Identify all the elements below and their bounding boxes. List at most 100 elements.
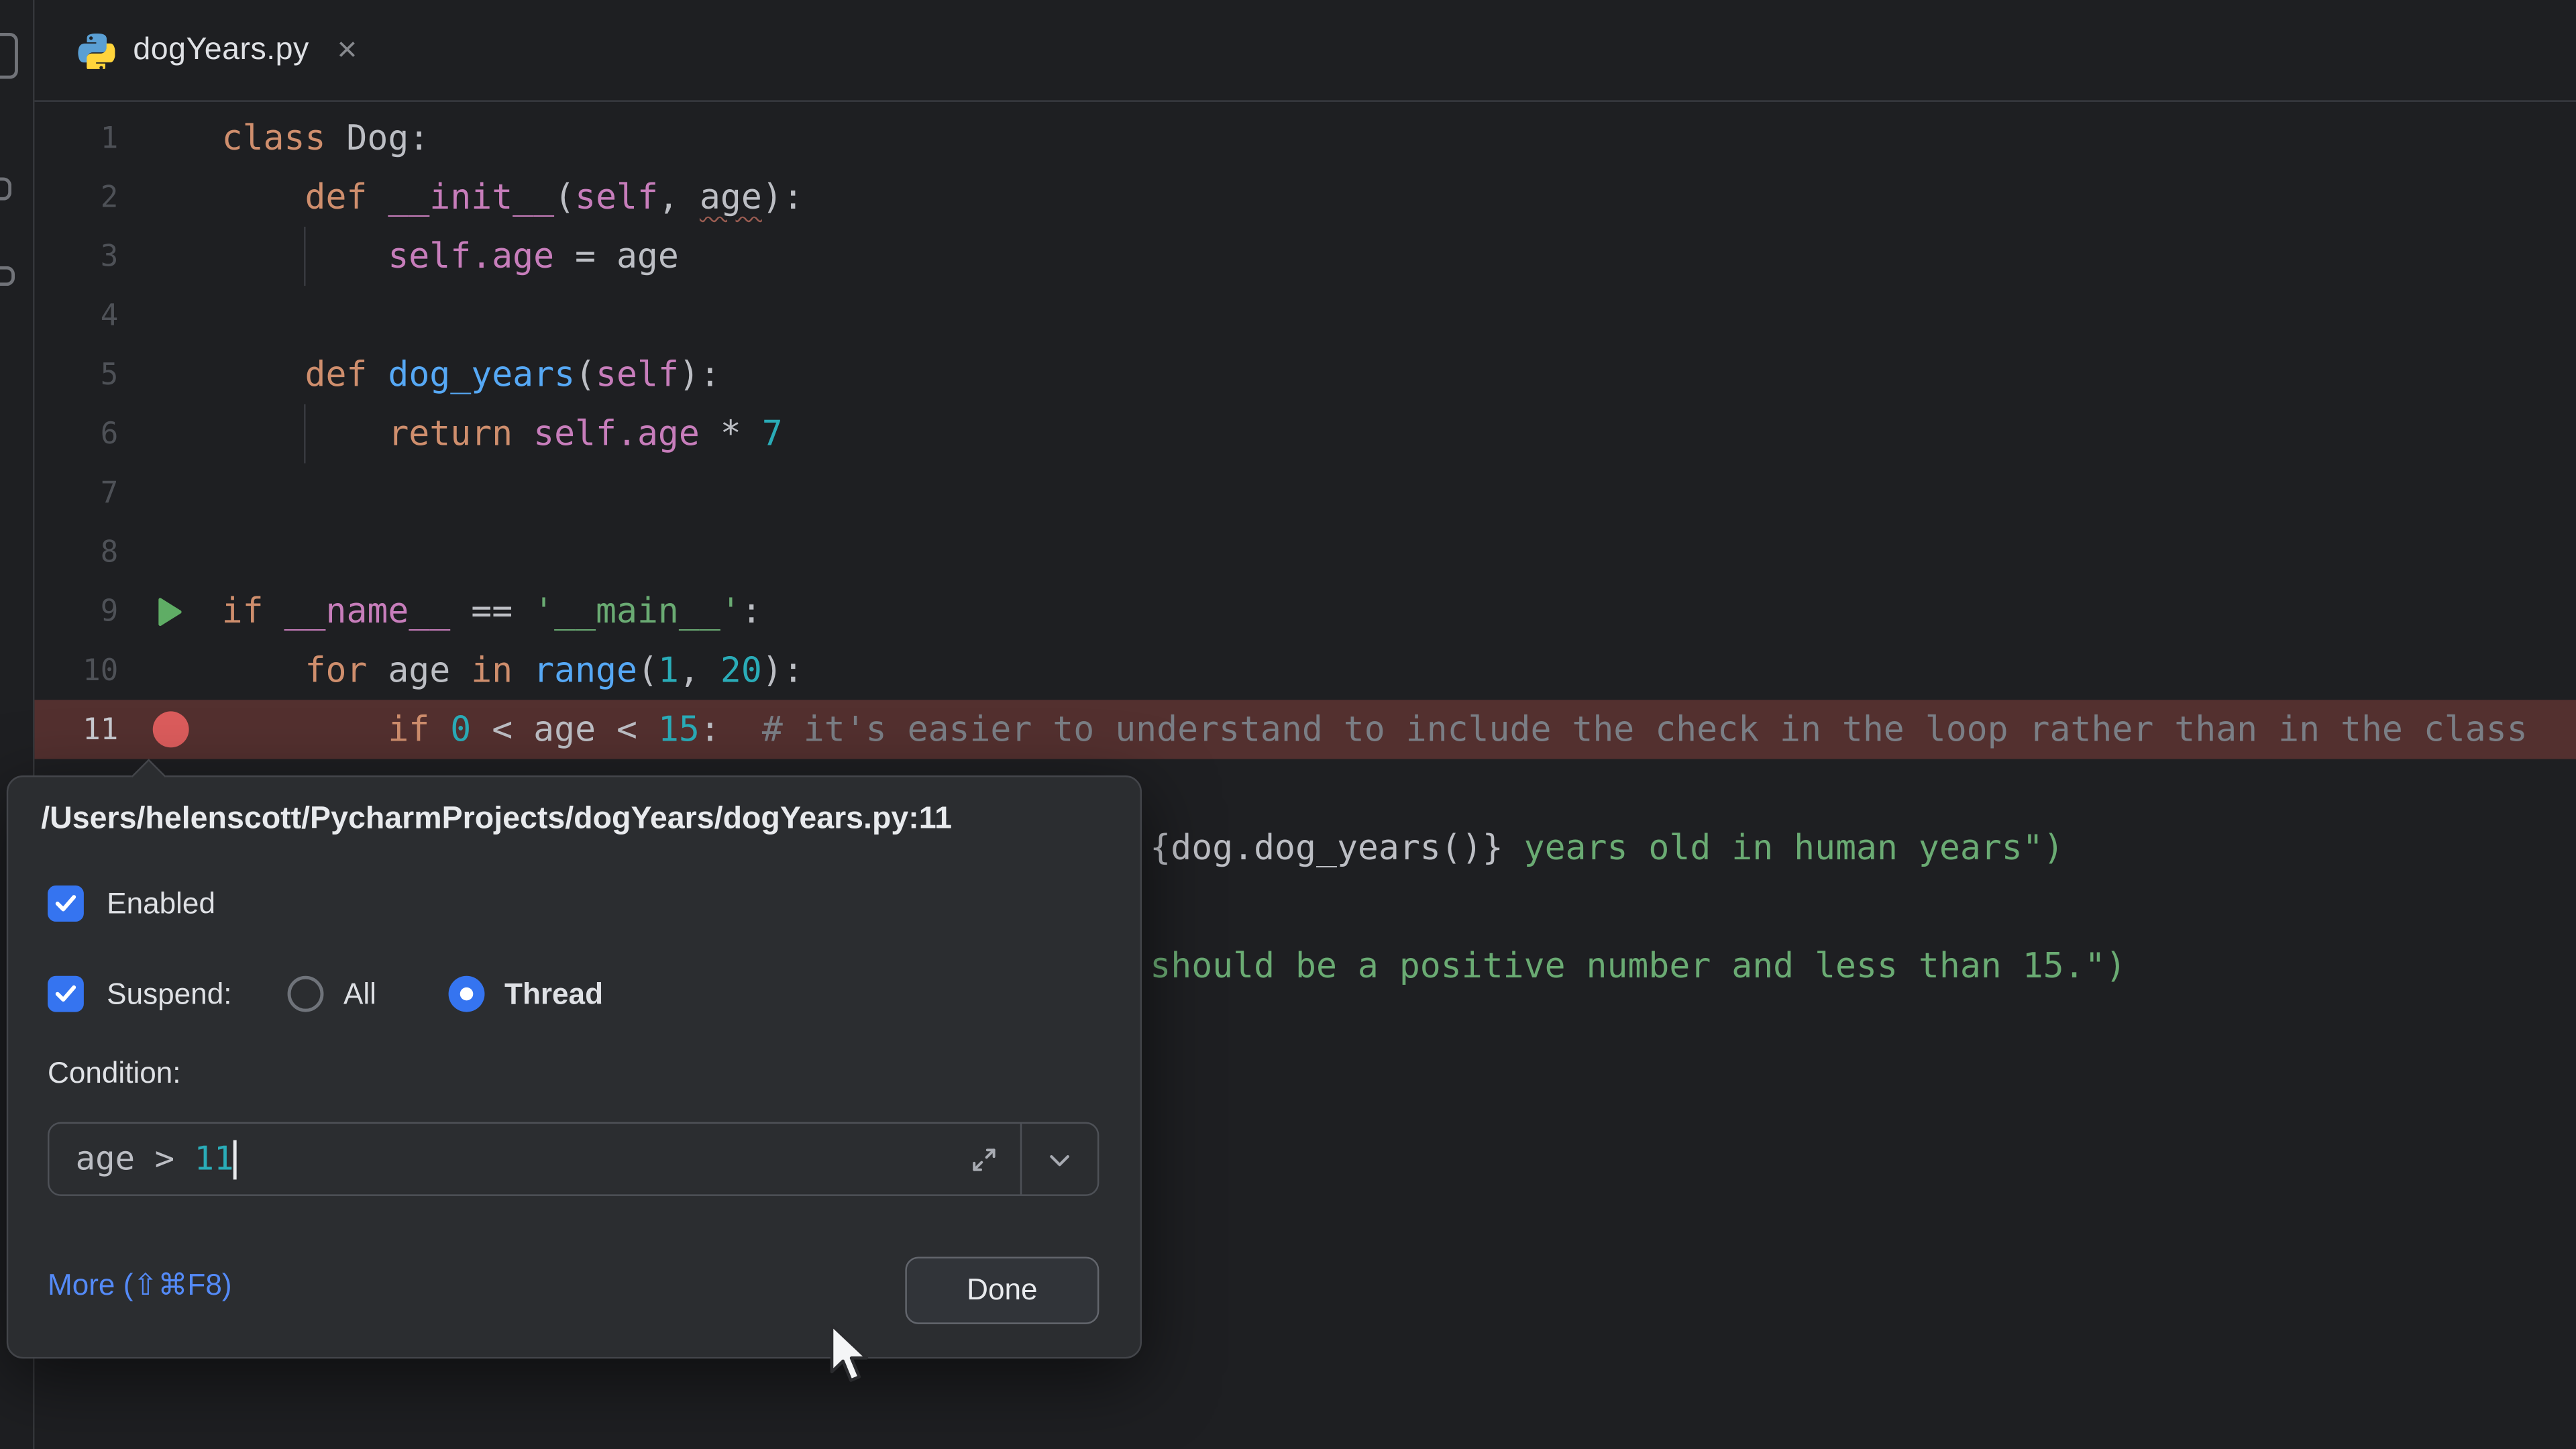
code-token [513, 651, 533, 690]
code-line[interactable]: 8 [33, 523, 2576, 582]
condition-input[interactable]: age > 11 [48, 1122, 1099, 1196]
done-button[interactable]: Done [905, 1256, 1099, 1324]
gutter[interactable]: 7 [33, 464, 222, 523]
code-token: __init__ [388, 177, 554, 217]
suspend-checkbox[interactable] [48, 976, 84, 1012]
tab-title: dogYears.py [133, 32, 309, 68]
indent-guide [304, 404, 305, 463]
toolwindow-icon-fragment[interactable] [0, 177, 11, 200]
line-number[interactable]: 10 [33, 653, 118, 687]
gutter[interactable]: 1 [33, 109, 222, 168]
code-text: if __name__ == '__main__': [222, 582, 762, 641]
code-token: ): [762, 177, 804, 217]
code-token: ): [679, 355, 720, 394]
enabled-checkbox[interactable] [48, 885, 84, 922]
code-line[interactable]: 5 def dog_years(self): [33, 345, 2576, 404]
gutter[interactable]: 8 [33, 523, 222, 582]
code-token: == [450, 592, 533, 631]
code-token: def [305, 355, 367, 394]
suspend-row: Suspend: All Thread [48, 973, 603, 1016]
code-token: .age [471, 237, 554, 276]
code-token: < age < [471, 710, 658, 749]
suspend-all-radio[interactable] [288, 976, 324, 1012]
suspend-thread-label: Thread [504, 977, 603, 1011]
breakpoint-icon[interactable] [118, 711, 221, 747]
run-icon[interactable] [118, 596, 221, 627]
breakpoint-popup: /Users/helenscott/PycharmProjects/dogYea… [7, 775, 1142, 1358]
code-token: Dog: [325, 118, 429, 158]
tab-close-icon[interactable]: × [337, 33, 357, 67]
toolwindow-icon-fragment[interactable] [0, 33, 18, 79]
gutter[interactable]: 2 [33, 168, 222, 227]
code-token: years old in human years") [1503, 828, 2064, 867]
code-token: = age [554, 237, 679, 276]
mouse-cursor [828, 1322, 877, 1388]
suspend-thread-radio[interactable] [449, 976, 485, 1012]
expand-icon[interactable] [966, 1142, 1002, 1178]
code-token: self [533, 414, 616, 453]
code-token: self [575, 177, 658, 217]
code-text: self.age = age [222, 227, 679, 286]
line-number[interactable]: 6 [33, 417, 118, 451]
code-token: 11 [195, 1138, 234, 1178]
code-token: ): [762, 651, 804, 690]
code-token: in [471, 651, 513, 690]
line-number[interactable]: 8 [33, 535, 118, 569]
python-icon [77, 32, 115, 69]
pycharm-window: dogYears.py × 1class Dog:2 def __init__(… [0, 0, 2576, 1449]
line-number[interactable]: 7 [33, 476, 118, 510]
code-line[interactable]: 9 if __name__ == '__main__': [33, 582, 2576, 641]
code-token: age [367, 651, 471, 690]
gutter[interactable]: 3 [33, 227, 222, 286]
suspend-label: Suspend: [107, 977, 231, 1011]
code-text: class Dog: [222, 109, 430, 168]
line-number[interactable]: 4 [33, 298, 118, 332]
code-token [222, 710, 388, 749]
code-token: ( [554, 177, 575, 217]
enabled-row: Enabled [48, 882, 215, 925]
line-number[interactable]: 2 [33, 180, 118, 214]
code-token: {dog.dog_years()} [1150, 828, 1503, 867]
line-number[interactable]: 5 [33, 358, 118, 392]
code-token: age > [76, 1138, 195, 1178]
code-line[interactable]: 10 for age in range(1, 20): [33, 641, 2576, 700]
code-line[interactable]: 1 class Dog: [33, 109, 2576, 168]
gutter[interactable]: 11 [33, 700, 222, 759]
code-token [367, 177, 388, 217]
tab-dogyears[interactable]: dogYears.py × [74, 0, 380, 100]
code-line[interactable]: 7 [33, 464, 2576, 523]
gutter[interactable]: 6 [33, 404, 222, 463]
text-caret [234, 1140, 237, 1180]
code-token: return [388, 414, 513, 453]
line-number[interactable]: 1 [33, 121, 118, 155]
code-line[interactable]: 2 def __init__(self, age): [33, 168, 2576, 227]
suspend-all-label: All [343, 977, 376, 1011]
line-number[interactable]: 3 [33, 239, 118, 273]
line-number[interactable]: 11 [33, 712, 118, 747]
code-token [429, 710, 450, 749]
gutter[interactable]: 5 [33, 345, 222, 404]
code-token: for [305, 651, 367, 690]
line-number[interactable]: 9 [33, 594, 118, 628]
code-text: return self.age * 7 [222, 404, 783, 463]
code-token: .age [616, 414, 700, 453]
code-token [222, 651, 305, 690]
code-token: 7 [762, 414, 783, 453]
gutter[interactable]: 10 [33, 641, 222, 700]
more-link[interactable]: More (⇧⌘F8) [48, 1269, 232, 1303]
code-line[interactable]: 3 self.age = age [33, 227, 2576, 286]
gutter[interactable]: 4 [33, 286, 222, 345]
gutter[interactable]: 9 [33, 582, 222, 641]
code-token: if [388, 710, 429, 749]
code-line[interactable]: 4 [33, 286, 2576, 345]
code-token [222, 177, 305, 217]
toolwindow-icon-fragment[interactable] [0, 266, 15, 286]
code-token: should be a positive number and less tha… [1150, 947, 2126, 986]
code-token: def [305, 177, 367, 217]
condition-dropdown-button[interactable] [1020, 1124, 1097, 1194]
code-line[interactable]: 6 return self.age * 7 [33, 404, 2576, 463]
code-token: # it's easier to understand to include t… [762, 710, 2528, 749]
code-line[interactable]: 11 if 0 < age < 15: # it's easier to und… [33, 700, 2576, 759]
code-token: ( [575, 355, 596, 394]
code-token [264, 592, 284, 631]
